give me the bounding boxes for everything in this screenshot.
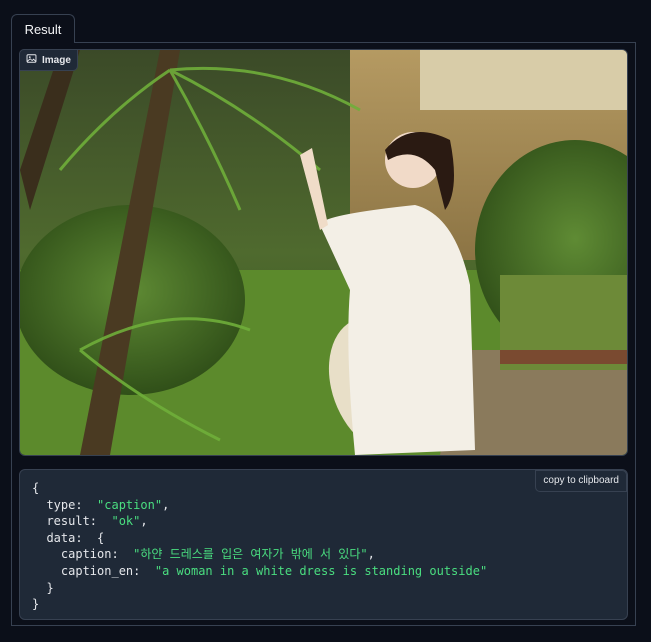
json-result-key: result: bbox=[46, 514, 98, 529]
json-caption-key: caption: bbox=[60, 547, 119, 562]
tab-result[interactable]: Result bbox=[11, 14, 75, 43]
json-caption-value: "하얀 드레스를 입은 여자가 밖에 서 있다" bbox=[133, 547, 368, 562]
json-open-brace: { bbox=[32, 481, 40, 495]
image-label-text: Image bbox=[42, 54, 71, 66]
image-icon bbox=[26, 53, 37, 67]
json-type-key: type: bbox=[46, 497, 83, 512]
result-image bbox=[19, 49, 628, 456]
json-code: { type: "caption", result: "ok", data: {… bbox=[32, 481, 488, 612]
json-caption-en-key: caption_en: bbox=[60, 563, 141, 578]
image-label: Image bbox=[19, 49, 78, 71]
copy-to-clipboard-button[interactable]: copy to clipboard bbox=[535, 470, 627, 492]
json-output: copy to clipboard { type: "caption", res… bbox=[19, 469, 628, 620]
json-caption-en-value: "a woman in a white dress is standing ou… bbox=[154, 563, 488, 578]
json-close-brace: } bbox=[32, 597, 40, 612]
json-type-value: "caption" bbox=[97, 497, 163, 512]
json-result-value: "ok" bbox=[111, 514, 141, 529]
json-data-key: data: bbox=[46, 530, 83, 545]
